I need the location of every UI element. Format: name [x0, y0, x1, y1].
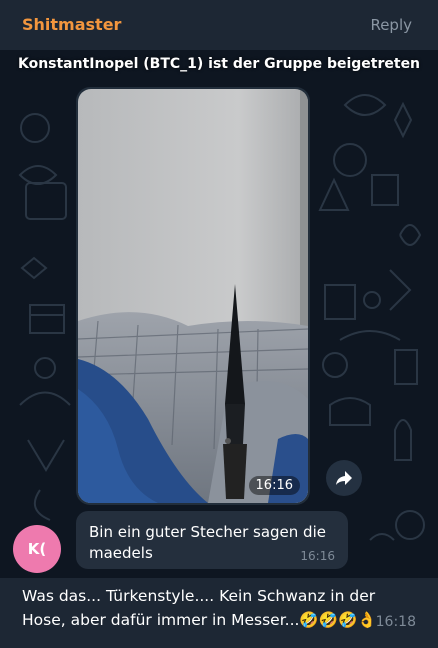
message-photo[interactable] — [78, 89, 308, 503]
share-arrow-icon — [336, 471, 352, 485]
reply-sender-name[interactable]: Shitmaster — [22, 15, 121, 34]
photo-timestamp: 16:16 — [248, 476, 300, 495]
reply-preview-bar[interactable]: Was das... Türkenstyle.... Kein Schwanz … — [0, 578, 438, 648]
reply-button[interactable]: Reply — [370, 16, 412, 34]
reply-header: Shitmaster Reply — [0, 0, 438, 50]
forward-button[interactable] — [326, 460, 362, 496]
reply-preview-text: Was das... Türkenstyle.... Kein Schwanz … — [22, 587, 377, 629]
avatar[interactable]: K( — [13, 525, 61, 573]
reply-preview-timestamp: 16:18 — [375, 614, 416, 630]
message-timestamp: 16:16 — [300, 549, 335, 563]
service-message: KonstantInopel (BTC_1) ist der Gruppe be… — [17, 56, 421, 72]
avatar-initials: K( — [27, 540, 47, 558]
photo-message[interactable]: 16:16 — [76, 87, 310, 505]
text-message-bubble[interactable]: Bin ein guter Stecher sagen die maedels … — [76, 511, 348, 569]
